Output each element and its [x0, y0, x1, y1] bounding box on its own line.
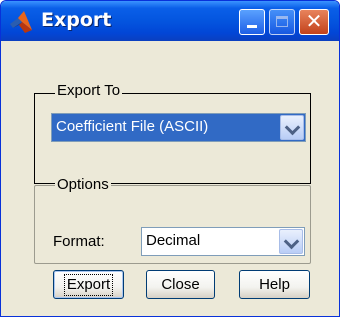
help-button[interactable]: Help — [239, 270, 310, 299]
export-dialog: Export ✕ Export To Coefficient File (ASC… — [0, 0, 340, 317]
options-label: Options — [55, 176, 111, 193]
close-button-label: Close — [161, 276, 200, 293]
export-to-label: Export To — [55, 82, 123, 99]
export-to-dropdown-button[interactable] — [280, 115, 304, 140]
maximize-icon — [276, 16, 288, 27]
chevron-down-icon — [284, 119, 301, 136]
title-bar[interactable]: Export ✕ — [1, 1, 339, 41]
minimize-icon — [247, 25, 257, 28]
matlab-logo-icon — [10, 11, 32, 33]
format-select[interactable]: Decimal — [141, 227, 305, 256]
close-button[interactable]: Close — [146, 270, 215, 299]
format-value: Decimal — [146, 232, 201, 249]
chevron-down-icon — [283, 233, 300, 250]
close-window-button[interactable]: ✕ — [299, 9, 329, 35]
close-icon: ✕ — [305, 11, 323, 33]
export-button-label: Export — [63, 274, 114, 296]
export-to-select[interactable]: Coefficient File (ASCII) — [51, 113, 306, 142]
help-button-label: Help — [259, 276, 290, 293]
format-dropdown-button[interactable] — [279, 229, 303, 254]
window-title: Export — [41, 9, 112, 31]
maximize-button[interactable] — [269, 9, 295, 35]
format-label: Format: — [53, 233, 105, 250]
export-button[interactable]: Export — [53, 270, 124, 299]
minimize-button[interactable] — [239, 9, 265, 35]
export-to-value: Coefficient File (ASCII) — [56, 118, 209, 135]
